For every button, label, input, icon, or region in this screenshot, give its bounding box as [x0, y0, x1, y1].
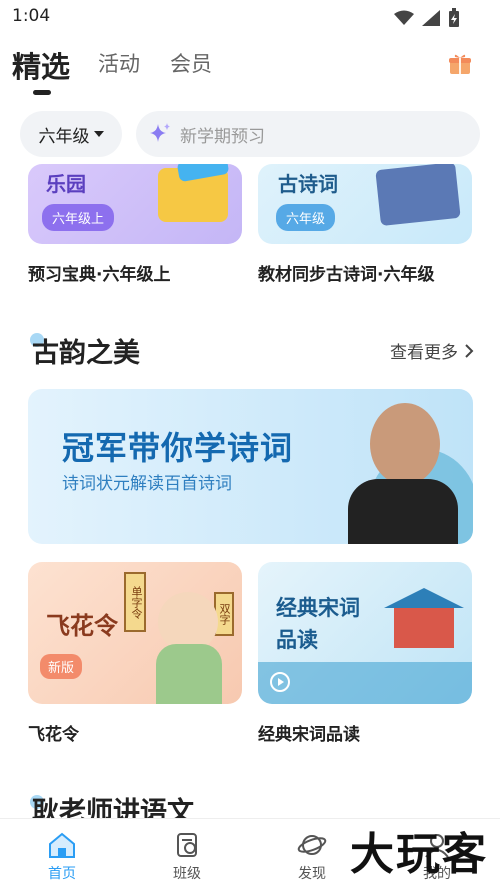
card-banner-title: 乐园 — [46, 172, 86, 196]
teacher-body — [348, 479, 458, 544]
banner-subtitle: 诗词状元解读百首诗词 — [62, 474, 232, 494]
card-banner-title-1: 经典宋词 — [276, 596, 360, 620]
signal-icon — [422, 10, 440, 26]
character-body — [156, 644, 222, 704]
banner-champion-poetry[interactable]: 冠军带你学诗词 诗词状元解读百首诗词 — [28, 389, 473, 544]
card-caption: 教材同步古诗词·六年级 — [258, 265, 435, 285]
grade-badge: 六年级上 — [42, 204, 115, 231]
planet-icon — [297, 835, 327, 855]
home-icon — [49, 832, 75, 858]
water-illustration — [258, 662, 472, 704]
card-songci[interactable]: 经典宋词 品读 — [258, 562, 472, 704]
tab-membership[interactable]: 会员 — [170, 48, 212, 78]
caret-down-icon — [93, 131, 104, 137]
card-banner-title: 飞花令 — [46, 612, 118, 640]
wifi-icon — [394, 10, 414, 25]
grade-selector[interactable]: 六年级 — [20, 111, 122, 157]
watermark-text: 大玩客 — [350, 829, 488, 880]
tab-class[interactable]: 班级 — [147, 831, 227, 883]
search-placeholder: 新学期预习 — [180, 126, 265, 147]
section-title-gu: 古韵之美 — [32, 338, 140, 369]
card-banner-title-2: 品读 — [276, 628, 318, 652]
tab-discover[interactable]: 发现 — [272, 831, 352, 883]
see-more-link[interactable]: 查看更多 — [390, 338, 474, 363]
pavilion-roof — [384, 588, 464, 608]
gift-icon[interactable] — [448, 52, 472, 76]
book-illustration — [375, 164, 461, 227]
card-caption: 经典宋词品读 — [258, 725, 360, 745]
grade-label: 六年级 — [38, 126, 90, 147]
card-caption: 飞花令 — [28, 725, 79, 745]
sparkle-icon — [150, 123, 170, 142]
play-icon — [270, 672, 290, 692]
banner-title: 冠军带你学诗词 — [62, 429, 294, 467]
teacher-photo — [370, 403, 440, 485]
tab-featured[interactable]: 精选 — [12, 44, 70, 86]
active-tab-indicator — [33, 90, 51, 95]
tab-activities[interactable]: 活动 — [98, 48, 140, 78]
chevron-right-icon — [465, 343, 474, 358]
card-feihualing[interactable]: 飞花令 单字令 双字 新版 — [28, 562, 242, 704]
status-time: 1:04 — [12, 6, 51, 26]
card-preview-grade6[interactable]: 乐园 六年级上 — [28, 164, 242, 244]
battery-icon — [449, 8, 459, 27]
class-icon — [177, 833, 197, 857]
pavilion-body — [394, 608, 454, 648]
card-poetry-grade6[interactable]: 古诗词 六年级 — [258, 164, 472, 244]
card-banner-title: 古诗词 — [278, 172, 338, 196]
search-bar[interactable]: 新学期预习 — [136, 111, 480, 157]
tab-home[interactable]: 首页 — [22, 831, 102, 883]
see-more-label: 查看更多 — [390, 343, 458, 363]
status-icons — [394, 8, 460, 28]
filter-bar: 六年级 新学期预习 — [0, 111, 500, 157]
grade-badge: 六年级 — [276, 204, 336, 231]
character-illustration — [158, 592, 218, 652]
top-tabs: 精选 活动 会员 — [0, 40, 500, 100]
tab-label: 发现 — [298, 866, 326, 882]
status-bar: 1:04 — [0, 0, 500, 34]
tab-label: 首页 — [48, 866, 76, 882]
scroll-tag-1: 单字令 — [124, 572, 146, 632]
tab-label: 班级 — [173, 866, 201, 882]
card-caption: 预习宝典·六年级上 — [28, 265, 171, 285]
new-badge: 新版 — [40, 654, 83, 679]
